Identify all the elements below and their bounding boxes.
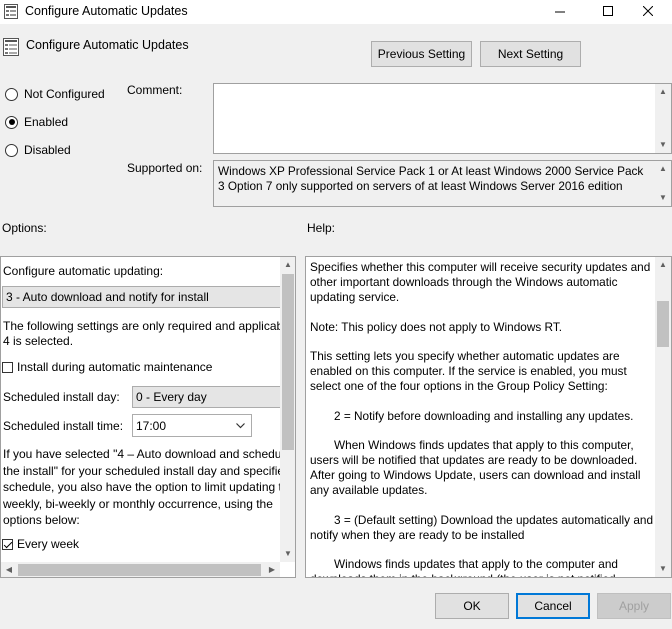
- ok-button[interactable]: OK: [435, 593, 509, 619]
- supported-on-box: Windows XP Professional Service Pack 1 o…: [213, 160, 672, 207]
- scroll-up-arrow-icon[interactable]: ▲: [655, 257, 671, 273]
- comment-textarea[interactable]: ▲ ▼: [213, 83, 672, 154]
- radio-circle[interactable]: [5, 115, 18, 129]
- options-vertical-scrollbar[interactable]: ▲ ▼: [280, 257, 295, 562]
- policy-setting-icon: [3, 38, 19, 56]
- configure-updating-value: 3 - Auto download and notify for install: [6, 290, 209, 304]
- radio-label: Disabled: [24, 143, 71, 157]
- options-label: Options:: [2, 221, 47, 235]
- minimize-button[interactable]: [538, 0, 582, 24]
- help-paragraph: 2 = Notify before downloading and instal…: [334, 408, 634, 423]
- checkbox-box[interactable]: [2, 538, 13, 550]
- scroll-right-arrow-icon[interactable]: ▶: [264, 562, 280, 577]
- help-paragraph: Note: This policy does not apply to Wind…: [310, 319, 563, 334]
- scroll-left-arrow-icon[interactable]: ◀: [1, 562, 17, 577]
- install-day-dropdown[interactable]: 0 - Every day: [132, 386, 280, 408]
- radio-enabled[interactable]: Enabled: [5, 115, 68, 129]
- scroll-thumb[interactable]: [282, 274, 294, 450]
- checkbox-label: Install during automatic maintenance: [17, 360, 213, 374]
- configure-updating-dropdown[interactable]: 3 - Auto download and notify for install: [2, 286, 280, 308]
- following-settings-text: The following settings are only required…: [3, 319, 280, 348]
- apply-button[interactable]: Apply: [597, 593, 671, 619]
- scroll-up-arrow-icon[interactable]: ▲: [655, 84, 671, 100]
- radio-label: Enabled: [24, 115, 69, 129]
- help-label: Help:: [307, 221, 336, 235]
- install-time-label: Scheduled install time:: [3, 419, 124, 433]
- checkbox-box[interactable]: [2, 361, 13, 373]
- radio-circle[interactable]: [5, 143, 18, 157]
- options-horizontal-scrollbar[interactable]: ◀ ▶: [1, 562, 280, 577]
- help-paragraph: This setting lets you specify whether au…: [310, 349, 627, 393]
- supported-on-text: Windows XP Professional Service Pack 1 o…: [218, 164, 644, 193]
- help-paragraph: When Windows finds updates that apply to…: [310, 438, 641, 497]
- previous-setting-button[interactable]: Previous Setting: [371, 41, 472, 67]
- scroll-thumb[interactable]: [657, 301, 669, 347]
- radio-disabled[interactable]: Disabled: [5, 143, 71, 157]
- help-scrollbar[interactable]: ▲ ▼: [655, 257, 671, 577]
- policy-name: Configure Automatic Updates: [26, 38, 189, 52]
- help-panel: Specifies whether this computer will rec…: [305, 256, 672, 578]
- chevron-down-icon: [236, 423, 245, 429]
- install-time-dropdown[interactable]: 17:00: [132, 414, 252, 437]
- policy-app-icon: [4, 4, 18, 19]
- install-day-value: 0 - Every day: [136, 390, 207, 404]
- install-maintenance-checkbox[interactable]: Install during automatic maintenance: [2, 360, 212, 374]
- close-button[interactable]: [626, 0, 670, 24]
- scroll-down-arrow-icon[interactable]: ▼: [655, 190, 671, 206]
- radio-not-configured[interactable]: Not Configured: [5, 87, 105, 101]
- options-panel: Configure automatic updating: 3 - Auto d…: [0, 256, 296, 578]
- help-paragraph: 3 = (Default setting) Download the updat…: [310, 512, 654, 542]
- title-bar: Configure Automatic Updates: [0, 0, 672, 24]
- scroll-down-arrow-icon[interactable]: ▼: [655, 561, 671, 577]
- radio-label: Not Configured: [24, 87, 105, 101]
- comment-label: Comment:: [127, 83, 183, 97]
- minimize-icon: [555, 11, 565, 13]
- help-paragraph: Windows finds updates that apply to the …: [310, 557, 618, 577]
- every-week-checkbox[interactable]: Every week: [2, 537, 79, 551]
- radio-circle[interactable]: [5, 87, 18, 101]
- comment-scrollbar[interactable]: ▲ ▼: [655, 84, 671, 153]
- supported-on-label: Supported on:: [127, 161, 203, 175]
- supported-scrollbar[interactable]: ▲ ▼: [655, 161, 671, 206]
- next-setting-button[interactable]: Next Setting: [480, 41, 581, 67]
- scroll-up-arrow-icon[interactable]: ▲: [280, 257, 295, 273]
- limit-updating-text: If you have selected "4 – Auto download …: [3, 447, 280, 527]
- scroll-thumb[interactable]: [18, 564, 261, 576]
- maximize-button[interactable]: [586, 0, 630, 24]
- help-paragraph: Specifies whether this computer will rec…: [310, 260, 651, 304]
- scroll-up-arrow-icon[interactable]: ▲: [655, 161, 671, 177]
- help-text: Specifies whether this computer will rec…: [310, 260, 656, 577]
- install-day-label: Scheduled install day:: [3, 390, 120, 404]
- scroll-down-arrow-icon[interactable]: ▼: [280, 546, 295, 562]
- checkbox-label: Every week: [17, 537, 80, 551]
- configure-updating-label: Configure automatic updating:: [3, 264, 164, 278]
- close-icon: [642, 5, 654, 17]
- install-time-value: 17:00: [136, 418, 167, 433]
- maximize-icon: [603, 6, 613, 16]
- cancel-button[interactable]: Cancel: [516, 593, 590, 619]
- scroll-down-arrow-icon[interactable]: ▼: [655, 137, 671, 153]
- window-title: Configure Automatic Updates: [25, 4, 188, 18]
